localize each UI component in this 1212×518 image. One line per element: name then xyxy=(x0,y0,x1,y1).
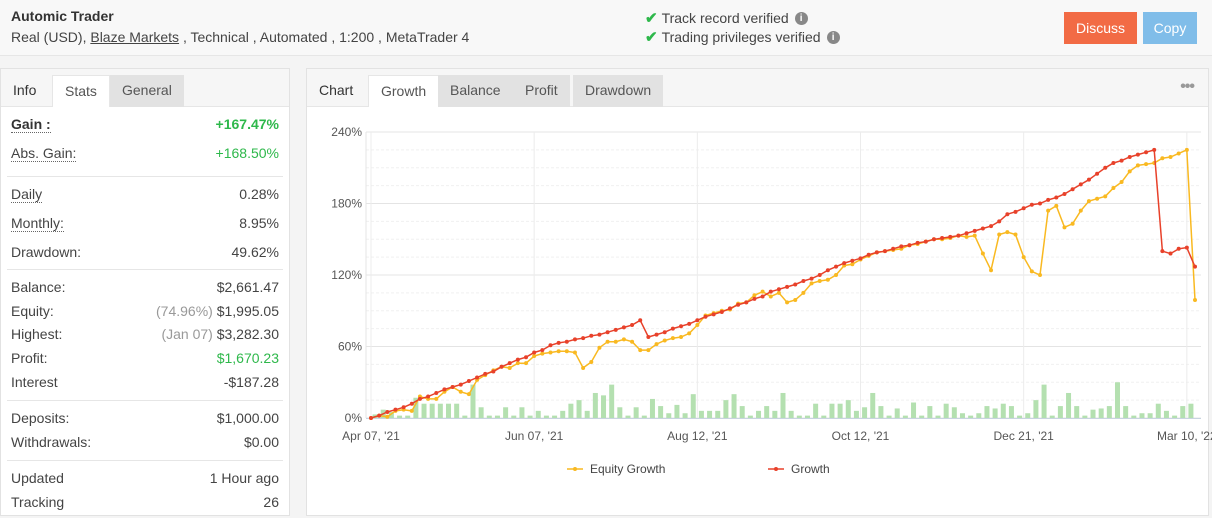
account-details: , Technical , Automated , 1:200 , MetaTr… xyxy=(179,29,470,45)
stat-profit: Profit: $1,670.23 xyxy=(11,350,279,368)
equity-amount: $1,995.05 xyxy=(216,303,279,319)
stats-panel: Info Stats General Gain : +167.47% Abs. … xyxy=(0,68,290,516)
tab-stats[interactable]: Stats xyxy=(52,75,110,107)
tab-chart[interactable]: Chart xyxy=(307,75,365,107)
stat-drawdown: Drawdown: 49.62% xyxy=(11,244,279,262)
more-dots-icon[interactable]: ••• xyxy=(1180,78,1195,96)
highest-date: (Jan 07) xyxy=(161,326,213,342)
stat-label: Withdrawals: xyxy=(11,434,92,450)
divider xyxy=(7,460,283,461)
stat-label: Deposits: xyxy=(11,410,70,426)
stat-label: Equity: xyxy=(11,303,54,319)
tab-info[interactable]: Info xyxy=(1,75,48,107)
tab-balance[interactable]: Balance xyxy=(438,75,513,107)
verification-label: Track record verified xyxy=(661,10,789,26)
divider xyxy=(7,269,283,270)
track-record-verified: ✔ Track record verified i xyxy=(645,9,808,27)
highest-amount: $3,282.30 xyxy=(216,326,279,342)
stat-equity: Equity: (74.96%) $1,995.05 xyxy=(11,303,279,321)
stat-value: 1 Hour ago xyxy=(209,470,279,486)
stat-value: +168.50% xyxy=(215,145,279,161)
stat-interest: Interest -$187.28 xyxy=(11,374,279,392)
check-icon: ✔ xyxy=(645,29,658,46)
stat-withdrawals: Withdrawals: $0.00 xyxy=(11,434,279,452)
broker-link[interactable]: Blaze Markets xyxy=(90,29,179,45)
stat-label: Interest xyxy=(11,374,58,390)
stat-label: Updated xyxy=(11,470,64,486)
stat-label[interactable]: Daily xyxy=(11,186,43,203)
equity-percent: (74.96%) xyxy=(156,303,213,319)
account-subtitle: Real (USD), Blaze Markets , Technical , … xyxy=(11,29,469,45)
trading-privileges-verified: ✔ Trading privileges verified i xyxy=(645,28,840,46)
stat-highest: Highest: (Jan 07) $3,282.30 xyxy=(11,326,279,344)
stat-monthly: Monthly: 8.95% xyxy=(11,215,279,233)
stat-label[interactable]: Monthly: xyxy=(11,215,64,232)
stat-tracking: Tracking 26 xyxy=(11,494,279,512)
info-icon[interactable]: i xyxy=(826,30,840,44)
stat-value: 26 xyxy=(263,494,279,510)
stat-value: $2,661.47 xyxy=(216,279,279,295)
tab-profit[interactable]: Profit xyxy=(513,75,570,107)
divider xyxy=(7,176,283,177)
stat-deposits: Deposits: $1,000.00 xyxy=(11,410,279,428)
stat-value: $1,670.23 xyxy=(216,350,279,366)
stat-label[interactable]: Gain : xyxy=(11,116,51,133)
stat-label[interactable]: Abs. Gain: xyxy=(11,145,77,162)
stat-label: Profit: xyxy=(11,350,48,366)
tab-drawdown[interactable]: Drawdown xyxy=(573,75,664,107)
divider xyxy=(7,400,283,401)
stat-label: Balance: xyxy=(11,279,66,295)
stat-updated: Updated 1 Hour ago xyxy=(11,470,279,488)
stat-value: -$187.28 xyxy=(223,374,279,390)
discuss-button[interactable]: Discuss xyxy=(1064,12,1137,44)
stat-value: 49.62% xyxy=(231,244,279,260)
stats-tabs: Info Stats General xyxy=(1,69,289,107)
stat-label: Drawdown: xyxy=(11,244,82,260)
info-icon[interactable]: i xyxy=(794,11,808,25)
tab-general[interactable]: General xyxy=(110,75,184,107)
verification-label: Trading privileges verified xyxy=(661,29,821,45)
account-header: Automic Trader Real (USD), Blaze Markets… xyxy=(0,0,1212,56)
stat-value: (Jan 07) $3,282.30 xyxy=(161,326,279,342)
stat-value: (74.96%) $1,995.05 xyxy=(156,303,279,319)
account-type: Real (USD), xyxy=(11,29,87,45)
stat-gain: Gain : +167.47% xyxy=(11,116,279,134)
stat-abs-gain: Abs. Gain: +168.50% xyxy=(11,145,279,163)
stat-value: 8.95% xyxy=(239,215,279,231)
tab-growth[interactable]: Growth xyxy=(368,75,440,107)
stat-value: 0.28% xyxy=(239,186,279,202)
chart-panel: Chart Growth Balance Profit Drawdown ••• xyxy=(306,68,1209,516)
system-title: Automic Trader xyxy=(11,8,114,24)
stat-daily: Daily 0.28% xyxy=(11,186,279,204)
stat-label: Highest: xyxy=(11,326,63,342)
stat-value: $0.00 xyxy=(243,434,279,450)
stat-value: $1,000.00 xyxy=(216,410,279,426)
stat-label: Tracking xyxy=(11,494,65,510)
check-icon: ✔ xyxy=(645,10,658,27)
chart-tabs: Chart Growth Balance Profit Drawdown ••• xyxy=(307,69,1208,107)
copy-button[interactable]: Copy xyxy=(1143,12,1197,44)
stat-value: +167.47% xyxy=(215,116,279,132)
stat-balance: Balance: $2,661.47 xyxy=(11,279,279,297)
